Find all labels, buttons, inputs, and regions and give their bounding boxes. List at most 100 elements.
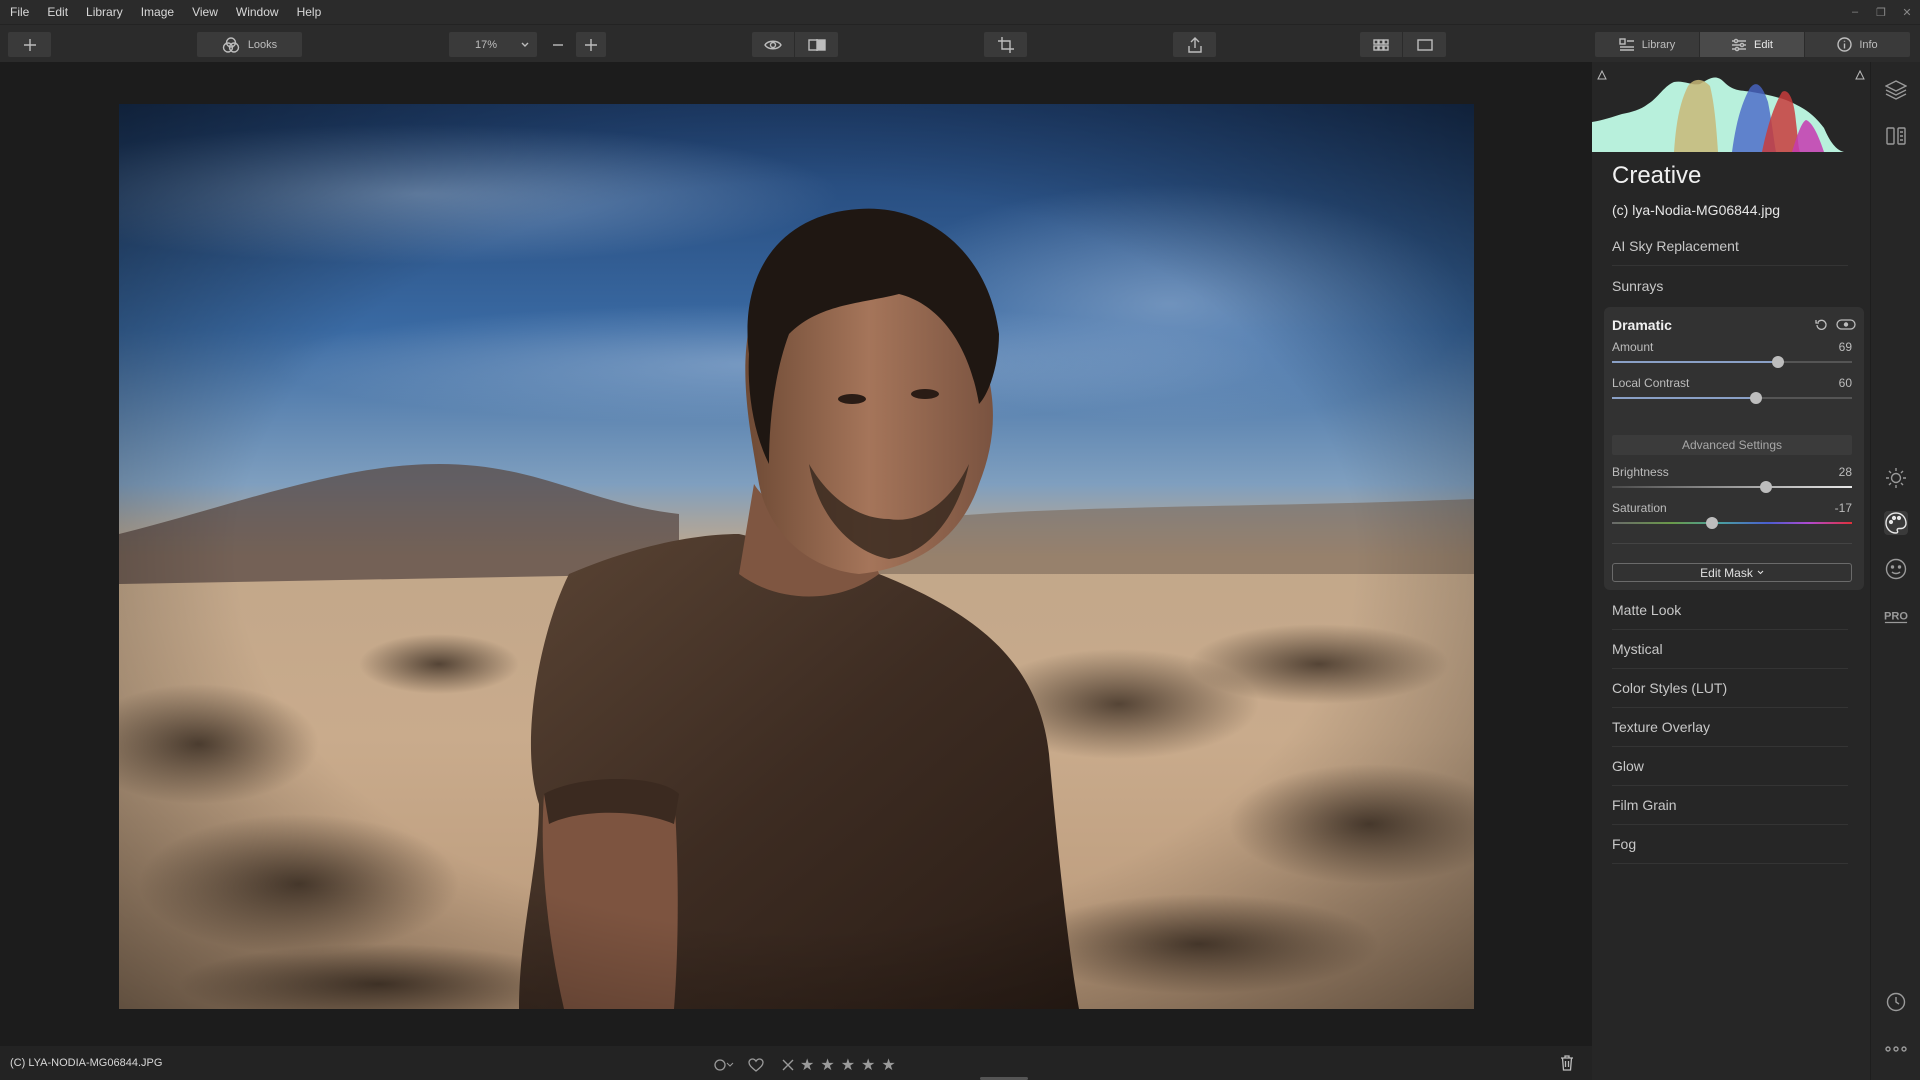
slider-handle[interactable]: [1750, 392, 1762, 404]
menu-image[interactable]: Image: [132, 0, 183, 24]
chevron-down-icon: [521, 42, 529, 47]
visibility-toggle-icon[interactable]: [1836, 318, 1856, 331]
menu-library[interactable]: Library: [77, 0, 132, 24]
slider-value[interactable]: -17: [1835, 501, 1852, 515]
menu-window[interactable]: Window: [227, 0, 288, 24]
trash-icon: [1561, 1055, 1573, 1071]
section-film-grain[interactable]: Film Grain: [1612, 786, 1848, 825]
slider-track[interactable]: [1612, 517, 1852, 529]
section-sunrays[interactable]: Sunrays: [1612, 266, 1848, 305]
slider-value[interactable]: 69: [1839, 340, 1852, 354]
slider-handle[interactable]: [1759, 481, 1772, 493]
portrait-tab[interactable]: [1884, 557, 1908, 581]
slider-saturation[interactable]: Saturation -17: [1612, 501, 1852, 531]
reject-icon[interactable]: [782, 1059, 794, 1071]
slider-local-contrast[interactable]: Local Contrast 60: [1612, 376, 1852, 406]
section-texture-overlay[interactable]: Texture Overlay: [1612, 708, 1848, 747]
advanced-settings-toggle[interactable]: Advanced Settings: [1612, 435, 1852, 455]
tool-title: Dramatic: [1612, 317, 1672, 333]
tool-actions: [1815, 318, 1856, 331]
presets-button[interactable]: [1884, 124, 1908, 148]
tab-info-label: Info: [1859, 38, 1878, 51]
pro-tab[interactable]: PRO: [1884, 604, 1908, 628]
delete-button[interactable]: [1560, 1055, 1574, 1076]
slider-track[interactable]: [1612, 481, 1852, 493]
close-button[interactable]: ✕: [1894, 0, 1920, 24]
chevron-down-icon: [1757, 570, 1764, 575]
plus-icon: [23, 38, 36, 51]
crop-button[interactable]: [984, 32, 1027, 57]
slider-brightness[interactable]: Brightness 28: [1612, 465, 1852, 495]
menu-view[interactable]: View: [183, 0, 227, 24]
star-icon[interactable]: ★: [881, 1055, 895, 1075]
menu-edit[interactable]: Edit: [38, 0, 77, 24]
star-icon[interactable]: ★: [800, 1055, 814, 1075]
star-icon[interactable]: ★: [861, 1055, 875, 1075]
slider-handle[interactable]: [1771, 356, 1784, 368]
grid-icon: [1373, 38, 1389, 51]
zoom-value: 17%: [475, 38, 498, 51]
slider-value[interactable]: 28: [1839, 465, 1852, 479]
color-label-picker[interactable]: [714, 1059, 734, 1071]
section-fog[interactable]: Fog: [1612, 825, 1848, 864]
menu-file[interactable]: File: [0, 0, 38, 24]
star-icon[interactable]: ★: [841, 1055, 855, 1075]
creative-tab[interactable]: [1884, 511, 1908, 535]
zoom-out-button[interactable]: [543, 32, 573, 57]
slider-handle[interactable]: [1705, 517, 1718, 529]
tab-edit-label: Edit: [1754, 38, 1773, 51]
history-button[interactable]: [1884, 990, 1908, 1014]
add-button[interactable]: [8, 32, 51, 57]
heart-icon[interactable]: [748, 1058, 764, 1072]
edit-mask-label: Edit Mask: [1700, 565, 1753, 580]
edit-panel: Creative (c) lya-Nodia-MG06844.jpg AI Sk…: [1592, 62, 1870, 1080]
essentials-tab[interactable]: [1884, 466, 1908, 490]
share-icon: [1187, 36, 1202, 53]
tab-edit[interactable]: Edit: [1700, 32, 1805, 57]
slider-track[interactable]: [1612, 392, 1852, 404]
star-icon[interactable]: ★: [820, 1055, 834, 1075]
single-view-button[interactable]: [1403, 32, 1446, 57]
section-ai-sky-replacement[interactable]: AI Sky Replacement: [1612, 227, 1848, 266]
slider-value[interactable]: 60: [1839, 376, 1852, 390]
export-button[interactable]: [1173, 32, 1216, 57]
compare-button[interactable]: [795, 32, 838, 57]
status-filename: (C) LYA-NODIA-MG06844.JPG: [10, 1057, 163, 1069]
section-color-styles-lut[interactable]: Color Styles (LUT): [1612, 669, 1848, 708]
looks-label: Looks: [247, 38, 278, 51]
slider-amount[interactable]: Amount 69: [1612, 340, 1852, 370]
layout-toggle-group: [1360, 32, 1446, 57]
looks-button[interactable]: Looks: [197, 32, 302, 57]
minimize-button[interactable]: –: [1842, 0, 1868, 24]
tool-dramatic: Dramatic Amount 69 Local Contrast 60 Adv…: [1604, 307, 1864, 590]
more-icon: [1885, 1046, 1907, 1052]
grid-view-button[interactable]: [1360, 32, 1403, 57]
image-canvas[interactable]: [0, 62, 1592, 1046]
slider-track[interactable]: [1612, 356, 1852, 368]
section-glow[interactable]: Glow: [1612, 747, 1848, 786]
tab-library[interactable]: Library: [1595, 32, 1700, 57]
slider-label: Local Contrast: [1612, 376, 1690, 390]
zoom-in-button[interactable]: [576, 32, 606, 57]
sliders-icon: [1732, 38, 1747, 51]
more-button[interactable]: [1884, 1037, 1908, 1061]
preview-button[interactable]: [752, 32, 795, 57]
slider-label: Saturation: [1612, 501, 1667, 515]
reset-icon[interactable]: [1815, 318, 1828, 331]
eye-icon: [764, 40, 782, 49]
split-compare-icon: [807, 38, 826, 51]
tab-library-label: Library: [1641, 38, 1676, 51]
info-icon: [1837, 37, 1853, 52]
layers-button[interactable]: [1884, 78, 1908, 102]
window-controls: – ❐ ✕: [1842, 0, 1920, 24]
section-matte-look[interactable]: Matte Look: [1612, 591, 1848, 630]
section-mystical[interactable]: Mystical: [1612, 630, 1848, 669]
tab-info[interactable]: Info: [1805, 32, 1910, 57]
panel-title: Creative: [1612, 162, 1702, 189]
minus-icon: [553, 43, 563, 46]
menu-help[interactable]: Help: [288, 0, 331, 24]
zoom-select[interactable]: 17%: [449, 32, 537, 57]
edit-mask-button[interactable]: Edit Mask: [1612, 563, 1852, 582]
compare-panel-icon: [1886, 127, 1906, 145]
restore-button[interactable]: ❐: [1868, 0, 1894, 24]
